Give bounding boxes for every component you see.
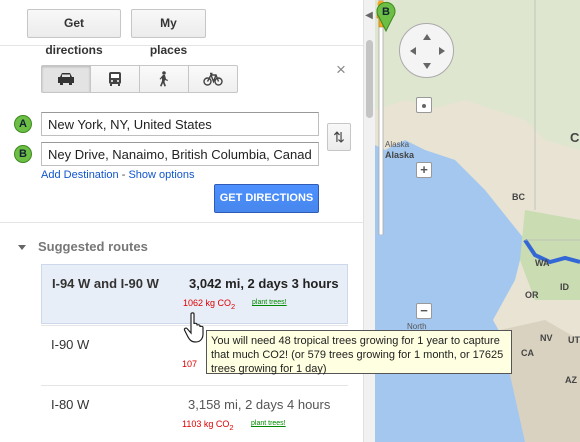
map-label-alaska-region: Alaska [385, 140, 410, 149]
map-label-alaska: Alaska [385, 150, 415, 160]
get-directions-button[interactable]: GET DIRECTIONS [214, 184, 319, 213]
route-name: I-94 W and I-90 W [52, 276, 159, 291]
route-co2: 1103 kg CO2 [182, 419, 234, 432]
map-label-az: AZ [565, 375, 577, 385]
divider [0, 222, 363, 223]
map-view[interactable]: + − Alaska Alaska BC WA OR ID CA NV UT A… [375, 0, 580, 442]
map-label-c: C [570, 130, 580, 145]
zoom-out-button[interactable]: − [416, 303, 432, 319]
route-co2: 1062 kg CO2 [183, 298, 236, 311]
zoom-handle-dot-icon [422, 103, 426, 108]
mode-bicycle[interactable] [188, 65, 238, 93]
link-separator: - [118, 169, 129, 181]
destination-marker-icon: B [14, 145, 32, 163]
swap-directions-button[interactable]: ⇅ [327, 123, 351, 151]
mode-car[interactable] [41, 65, 91, 93]
collapse-panel-icon[interactable]: ◀ [363, 10, 375, 21]
route-co2: 107 [182, 359, 198, 369]
panel-scrollbar[interactable] [363, 0, 375, 442]
map-label-ca: CA [521, 348, 534, 358]
destination-input[interactable] [41, 142, 319, 166]
zoom-in-button[interactable]: + [416, 162, 432, 178]
minus-icon: − [420, 303, 428, 318]
close-icon[interactable]: × [336, 60, 346, 80]
hand-cursor-icon [183, 312, 204, 343]
plant-trees-link[interactable]: plant trees! [251, 420, 286, 427]
collapse-triangle-icon [18, 245, 26, 251]
pan-control[interactable] [399, 23, 454, 78]
plus-icon: + [420, 162, 428, 177]
top-bar: Get directions My places [0, 0, 363, 57]
add-destination-link[interactable]: Add Destination [41, 169, 119, 181]
swap-icon: ⇅ [333, 129, 345, 145]
suggested-routes-header[interactable]: Suggested routes [18, 239, 148, 254]
route-distance: 3,042 mi, 2 days 3 hours [189, 276, 339, 291]
suggested-routes-title: Suggested routes [38, 239, 148, 254]
map-label-bc: BC [512, 192, 525, 202]
co2-tooltip: You will need 48 tropical trees growing … [206, 330, 512, 375]
plant-trees-link[interactable]: plant trees! [252, 299, 287, 306]
travel-mode-selector [41, 65, 241, 93]
zoom-slider-track[interactable] [375, 0, 387, 235]
map-label-wa: WA [535, 258, 550, 268]
map-label-id: ID [560, 282, 569, 292]
bicycle-icon [203, 72, 223, 86]
route-name: I-80 W [51, 397, 90, 412]
map-label-nv: NV [540, 333, 553, 343]
mode-walk[interactable] [139, 65, 189, 93]
scrollbar-thumb[interactable] [366, 40, 373, 118]
destination-pin-icon[interactable]: B [375, 0, 397, 32]
zoom-handle[interactable] [416, 97, 432, 113]
destination-pin-letter: B [382, 6, 390, 18]
map-label-ut: UT [568, 335, 580, 345]
route-name: I-90 W [51, 337, 90, 352]
route-option-3[interactable]: I-80 W 3,158 mi, 2 days 4 hours 1103 kg … [41, 385, 348, 442]
pan-arrows-icon [410, 34, 445, 69]
map-label-or: OR [525, 290, 539, 300]
origin-marker-icon: A [14, 115, 32, 133]
origin-input[interactable] [41, 112, 319, 136]
get-directions-tab[interactable]: Get directions [27, 9, 121, 57]
mode-transit[interactable] [90, 65, 140, 93]
route-links: Add Destination - Show options [41, 169, 195, 181]
walk-icon [159, 71, 168, 87]
transit-icon [109, 72, 121, 86]
route-distance: 3,158 mi, 2 days 4 hours [188, 397, 331, 412]
my-places-tab[interactable]: My places [131, 9, 206, 57]
show-options-link[interactable]: Show options [128, 169, 194, 181]
car-icon [58, 73, 74, 85]
